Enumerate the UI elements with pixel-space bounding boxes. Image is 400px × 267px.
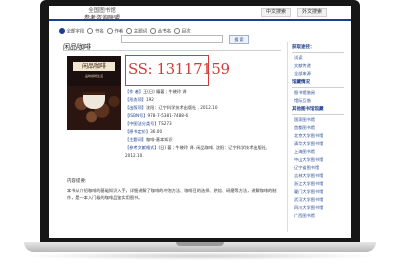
sidebar-item-delivery[interactable]: 文献传递	[294, 63, 346, 69]
meta-row: 【形态项】192	[125, 97, 154, 102]
library-link[interactable]: 辽宁省图书馆	[294, 165, 346, 171]
meta-row: 【ISBN号】978-7-5381-7488-6	[125, 113, 189, 118]
ss-number: SS: 13117159	[128, 60, 230, 78]
ss-number-box: SS: 13117159	[125, 55, 230, 86]
title-divider	[63, 50, 281, 51]
radio-series[interactable]: 丛书名	[150, 27, 171, 34]
radio-all-fields[interactable]: 全部字段	[59, 27, 84, 34]
summary-title: 内容提要:	[67, 179, 87, 184]
library-link[interactable]: 北京大学图书馆	[294, 133, 346, 139]
sidebar-heading-access: 获取途径：	[292, 45, 315, 50]
library-link[interactable]: 国家图书馆	[294, 117, 346, 123]
meta-row[interactable]: 【主题词】咖啡-基本知识	[125, 136, 281, 144]
foreign-search-button[interactable]: 外文搜索	[297, 8, 328, 17]
sidebar-divider	[292, 114, 344, 115]
library-link[interactable]: 首都图书馆	[294, 125, 346, 131]
library-link[interactable]: 浙江大学图书馆	[294, 181, 346, 187]
search-button[interactable]: 搜 索	[229, 35, 249, 44]
cover-heading: 闲品咖啡	[73, 62, 115, 71]
library-link[interactable]: 武汉大学图书馆	[294, 197, 346, 203]
top-buttons: 中文搜索 外文搜索	[261, 8, 328, 17]
brand-line1: 全国图书馆	[88, 8, 116, 14]
library-link[interactable]: 四川大学图书馆	[294, 205, 346, 211]
right-sidebar: 获取途径： 试读 文献传递 全部来源 馆藏情况 图书馆借阅 馆际互借 其他图书馆…	[287, 42, 348, 232]
library-link[interactable]: 上海图书馆	[294, 149, 346, 155]
header-divider	[49, 19, 351, 21]
library-link[interactable]: 广西图书馆	[294, 213, 346, 219]
laptop-shadow	[20, 252, 380, 260]
sidebar-divider	[292, 52, 344, 53]
book-metadata: 【作 者】王(日) 编著 ; 牛晓玲 译 【形态项】192 【出版项】沈阳：辽宁…	[125, 88, 281, 160]
radio-title[interactable]: 书名	[87, 27, 104, 34]
library-link[interactable]: 清华大学图书馆	[294, 141, 346, 147]
browser-screen: 全国图书馆 参考咨询联盟 中文搜索 外文搜索 全部字段 书名 作者 主题词 丛书…	[49, 6, 351, 238]
sidebar-item-interlibrary[interactable]: 馆际互借	[294, 98, 346, 104]
meta-row: 【中图法分类号】TS273	[125, 121, 172, 126]
sidebar-item-sources[interactable]: 全部来源	[294, 71, 346, 77]
radio-author[interactable]: 作者	[106, 27, 123, 34]
laptop-notch	[176, 242, 224, 246]
library-link[interactable]: 中山大学图书馆	[294, 157, 346, 163]
cover-subtitle: 品味咖啡生活	[84, 74, 103, 78]
meta-row: 【出版项】沈阳：辽宁科学技术出版社 , 2012.10	[125, 105, 218, 110]
meta-row: 【参考文献格式】(日) 著 ; 牛晓玲 译. 闲品咖啡. 沈阳：辽宁科学技术出版…	[125, 145, 268, 150]
meta-row: 【作 者】王(日) 编著 ; 牛晓玲 译	[125, 89, 187, 94]
sidebar-item-trial[interactable]: 试读	[294, 55, 346, 61]
meta-row: 【原书定价】36.00	[125, 129, 163, 134]
library-link[interactable]: 厦门大学图书馆	[294, 189, 346, 195]
book-cover[interactable]: 闲品咖啡 品味咖啡生活	[67, 56, 121, 130]
summary-text: 本书从介绍咖啡的基础知识入手，详细讲解了咖啡的冲泡方法、咖啡豆的选择、烘焙、研磨…	[67, 188, 277, 200]
radio-toc[interactable]: 目次	[174, 27, 191, 34]
sidebar-heading-holdings: 馆藏情况	[292, 80, 310, 85]
sidebar-item-borrow[interactable]: 图书馆借阅	[294, 90, 346, 96]
sidebar-divider	[292, 87, 344, 88]
sidebar-heading-other-libraries: 其他图书馆馆藏	[292, 107, 324, 112]
chinese-search-button[interactable]: 中文搜索	[261, 8, 292, 17]
library-link[interactable]: 吉林大学图书馆	[294, 173, 346, 179]
radio-subject[interactable]: 主题词	[126, 27, 147, 34]
meta-row: 2012.10.	[125, 153, 144, 158]
search-input[interactable]	[121, 35, 223, 43]
